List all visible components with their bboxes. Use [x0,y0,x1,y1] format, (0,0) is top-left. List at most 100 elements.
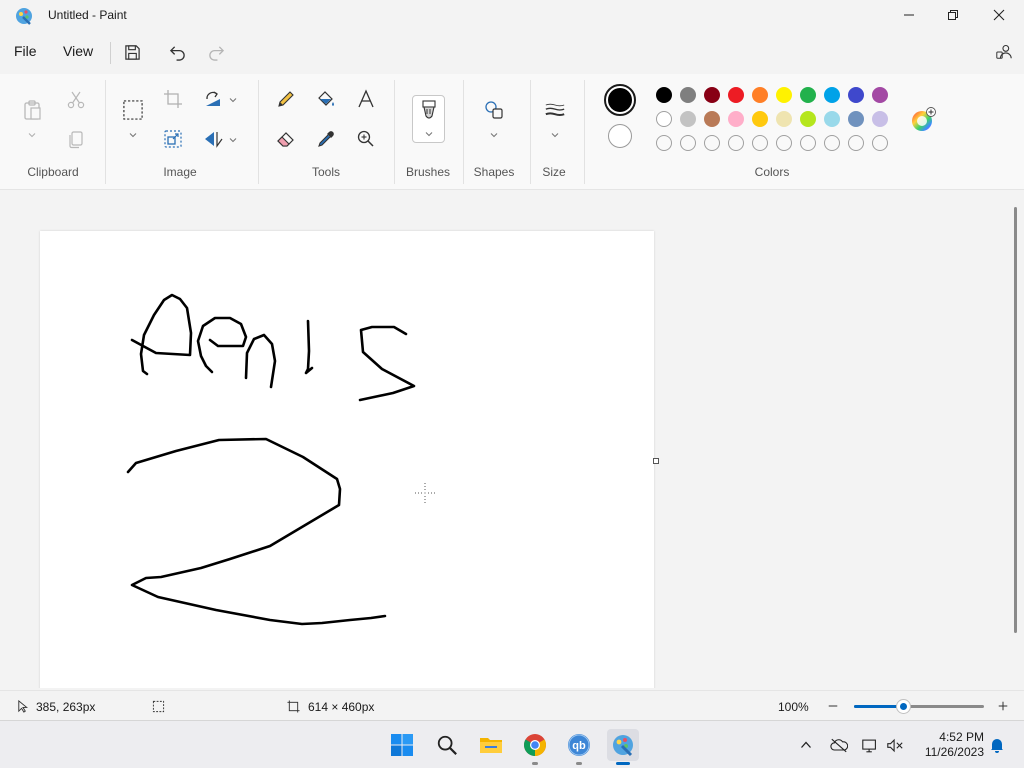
palette-swatch[interactable] [752,87,768,103]
zoom-slider-thumb[interactable] [897,700,910,713]
brush-icon [422,100,436,119]
color-picker-button[interactable] [312,125,340,153]
shapes-button[interactable] [480,96,508,124]
qbittorrent-icon: qb [568,734,590,756]
start-button[interactable] [386,729,418,761]
chrome-running-indicator [532,762,538,765]
palette-swatch[interactable] [752,111,768,127]
palette-swatch[interactable] [872,87,888,103]
onedrive-tray-button[interactable] [829,735,849,755]
volume-tray-button[interactable] [885,735,905,755]
magnifier-icon [357,130,374,147]
size-dropdown-chevron-icon[interactable] [550,130,560,140]
save-icon [124,44,140,60]
shapes-dropdown-chevron-icon[interactable] [489,130,499,140]
view-menu[interactable]: View [63,43,93,59]
zoom-out-button[interactable] [825,698,841,714]
palette-swatch-empty[interactable] [752,135,768,151]
undo-button[interactable] [165,40,189,64]
palette-swatch-empty[interactable] [776,135,792,151]
flip-dropdown-chevron-icon[interactable] [228,135,238,145]
windows-logo-icon [391,734,413,756]
palette-swatch[interactable] [800,111,816,127]
palette-swatch[interactable] [656,111,672,127]
palette-swatch[interactable] [728,111,744,127]
resize-button[interactable] [159,125,187,153]
search-button[interactable] [431,729,463,761]
size-group-label: Size [542,165,566,179]
palette-swatch[interactable] [800,87,816,103]
eraser-tool-button[interactable] [272,125,300,153]
chrome-icon [524,734,546,756]
minimize-button[interactable] [886,0,932,30]
copy-button[interactable] [62,125,90,153]
cut-button[interactable] [62,86,90,114]
chrome-button[interactable] [519,729,551,761]
palette-swatch[interactable] [824,87,840,103]
pencil-icon [278,91,294,107]
restore-button[interactable] [930,0,976,30]
drawing-canvas[interactable] [40,231,654,688]
account-button[interactable] [992,40,1016,64]
file-explorer-button[interactable] [475,729,507,761]
primary-color-selector[interactable] [604,84,636,116]
text-tool-button[interactable] [352,85,380,113]
file-menu[interactable]: File [14,43,37,59]
rotate-button[interactable] [199,85,227,113]
palette-swatch-empty[interactable] [728,135,744,151]
palette-swatch-empty[interactable] [872,135,888,151]
flip-button[interactable] [199,125,227,153]
network-tray-button[interactable] [860,735,880,755]
canvas-resize-handle-right[interactable] [653,458,659,464]
palette-swatch[interactable] [824,111,840,127]
system-clock[interactable]: 4:52 PM 11/26/2023 [912,730,984,760]
palette-swatch[interactable] [680,111,696,127]
palette-swatch-empty[interactable] [824,135,840,151]
palette-swatch[interactable] [872,111,888,127]
notifications-button[interactable] [987,735,1007,755]
pencil-tool-button[interactable] [272,85,300,113]
brushes-button[interactable] [412,95,445,143]
fill-tool-button[interactable] [312,85,340,113]
paste-button[interactable] [18,96,46,124]
cursor-pointer-icon [14,698,30,714]
eraser-icon [277,132,294,147]
palette-swatch-empty[interactable] [800,135,816,151]
crop-button[interactable] [159,85,187,113]
close-button[interactable] [976,0,1022,30]
palette-swatch-empty[interactable] [704,135,720,151]
save-button[interactable] [120,40,144,64]
redo-button[interactable] [204,40,228,64]
select-button[interactable] [119,96,147,124]
magnifier-tool-button[interactable] [352,125,380,153]
secondary-color-selector[interactable] [608,124,632,148]
palette-swatch[interactable] [704,111,720,127]
edit-colors-button[interactable] [910,107,936,133]
select-dropdown-chevron-icon[interactable] [128,130,138,140]
search-icon [437,735,457,755]
paste-dropdown-chevron-icon[interactable] [27,130,37,140]
qbittorrent-running-indicator [576,762,582,765]
vertical-scrollbar[interactable] [1014,207,1017,633]
palette-swatch[interactable] [680,87,696,103]
size-button[interactable] [541,96,569,124]
crosshair-cursor-icon [415,483,435,503]
palette-swatch-empty[interactable] [680,135,696,151]
stroke-letter-n [244,333,277,389]
zoom-in-button[interactable] [995,698,1011,714]
show-hidden-icons-button[interactable] [796,735,816,755]
paint-taskbar-button[interactable] [607,729,639,761]
palette-swatch[interactable] [848,111,864,127]
palette-swatch[interactable] [728,87,744,103]
rotate-dropdown-chevron-icon[interactable] [228,95,238,105]
zoom-slider[interactable] [854,700,984,713]
palette-swatch[interactable] [848,87,864,103]
brushes-chevron-icon [425,132,433,137]
palette-swatch[interactable] [776,111,792,127]
qbittorrent-button[interactable]: qb [563,729,595,761]
palette-swatch[interactable] [776,87,792,103]
palette-swatch[interactable] [704,87,720,103]
palette-swatch[interactable] [656,87,672,103]
palette-swatch-empty[interactable] [656,135,672,151]
palette-swatch-empty[interactable] [848,135,864,151]
